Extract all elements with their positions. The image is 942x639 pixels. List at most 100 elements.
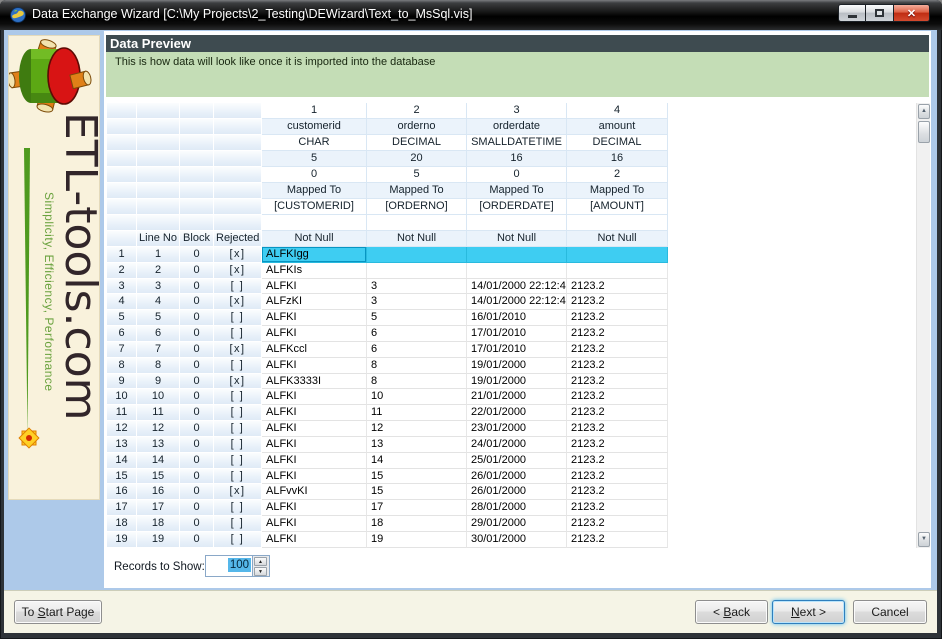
cell-amount[interactable]: 2123.2 [567, 452, 668, 469]
next-button[interactable]: Next > [772, 600, 845, 624]
cell-customerid[interactable]: ALFKI [262, 357, 367, 374]
scrollbar-thumb[interactable] [918, 121, 930, 143]
cell-orderno[interactable]: 6 [367, 326, 467, 342]
cell-orderdate[interactable]: 26/01/2000 [467, 468, 567, 485]
table-row[interactable]: 4 4 0 [x] ALFzKI 3 14/01/2000 22:12:4 2123.2 [107, 294, 916, 311]
cell-customerid[interactable]: ALFKI [262, 389, 367, 406]
cell-customerid[interactable]: ALFKccl [262, 341, 367, 358]
cell-orderdate[interactable]: 28/01/2000 [467, 500, 567, 517]
table-row[interactable]: 1 1 0 [x] ALFKIgg [107, 247, 916, 263]
cell-amount[interactable]: 2123.2 [567, 468, 668, 485]
cell-orderno[interactable]: 3 [367, 278, 467, 295]
cell-orderno[interactable]: 12 [367, 421, 467, 437]
cell-orderdate[interactable]: 21/01/2000 [467, 389, 567, 406]
cell-customerid[interactable]: ALFKIs [262, 262, 367, 279]
cell-customerid[interactable]: ALFKI [262, 405, 367, 422]
cancel-button[interactable]: Cancel [853, 600, 927, 624]
cell-orderno[interactable]: 19 [367, 531, 467, 548]
cell-orderno[interactable]: 8 [367, 373, 467, 390]
table-row[interactable]: 17 17 0[ ] ALFKI 17 28/01/2000 2123.2 [107, 500, 916, 517]
scroll-up-icon[interactable]: ▲ [918, 104, 930, 119]
to-start-page-button[interactable]: To Start Page [14, 600, 102, 624]
table-row[interactable]: 5 5 0[ ] ALFKI 5 16/01/2010 2123.2 [107, 310, 916, 327]
cell-orderno[interactable]: 13 [367, 436, 467, 453]
cell-orderdate[interactable]: 24/01/2000 [467, 436, 567, 453]
table-row[interactable]: 10 10 0[ ] ALFKI 10 21/01/2000 2123.2 [107, 389, 916, 406]
table-row[interactable]: 6 6 0[ ] ALFKI 6 17/01/2010 2123.2 [107, 326, 916, 342]
table-row[interactable]: 8 8 0[ ] ALFKI 8 19/01/2000 2123.2 [107, 357, 916, 374]
cell-orderdate[interactable]: 14/01/2000 22:12:4 [467, 278, 567, 295]
minimize-button[interactable] [838, 4, 866, 22]
cell-orderno[interactable]: 15 [367, 468, 467, 485]
cell-orderno[interactable]: 8 [367, 357, 467, 374]
cell-customerid[interactable]: ALFKI [262, 468, 367, 485]
cell-orderno[interactable]: 17 [367, 500, 467, 517]
cell-customerid[interactable]: ALFKI [262, 421, 367, 437]
cell-customerid[interactable]: ALFKI [262, 452, 367, 469]
titlebar[interactable]: Data Exchange Wizard [C:\My Projects\2_T… [0, 0, 942, 30]
cell-orderno[interactable]: 6 [367, 341, 467, 358]
cell-amount[interactable]: 2123.2 [567, 278, 668, 295]
table-row[interactable]: 7 7 0 [x] ALFKccl 6 17/01/2010 2123.2 [107, 341, 916, 358]
cell-orderdate[interactable]: 22/01/2000 [467, 405, 567, 422]
cell-customerid[interactable]: ALFKI [262, 326, 367, 342]
cell-customerid[interactable]: ALFzKI [262, 294, 367, 311]
table-row[interactable]: 11 11 0[ ] ALFKI 11 22/01/2000 2123.2 [107, 405, 916, 422]
cell-orderdate[interactable]: 26/01/2000 [467, 484, 567, 501]
cell-customerid[interactable]: ALFKIgg [262, 247, 367, 263]
cell-orderno[interactable] [367, 262, 467, 279]
cell-orderdate[interactable]: 17/01/2010 [467, 341, 567, 358]
scroll-down-icon[interactable]: ▼ [918, 532, 930, 547]
records-to-show-input[interactable]: 100 [205, 555, 253, 577]
cell-amount[interactable]: 2123.2 [567, 294, 668, 311]
cell-orderno[interactable]: 15 [367, 484, 467, 501]
cell-orderdate[interactable]: 19/01/2000 [467, 357, 567, 374]
cell-customerid[interactable]: ALFvvKI [262, 484, 367, 501]
cell-customerid[interactable]: ALFKI [262, 278, 367, 295]
table-row[interactable]: 19 19 0[ ] ALFKI 19 30/01/2000 2123.2 [107, 531, 916, 548]
cell-amount[interactable]: 2123.2 [567, 357, 668, 374]
table-row[interactable]: 9 9 0 [x] ALFK3333I 8 19/01/2000 2123.2 [107, 373, 916, 390]
cell-orderdate[interactable]: 29/01/2000 [467, 516, 567, 532]
cell-orderno[interactable]: 5 [367, 310, 467, 327]
cell-amount[interactable]: 2123.2 [567, 326, 668, 342]
table-row[interactable]: 14 14 0[ ] ALFKI 14 25/01/2000 2123.2 [107, 452, 916, 469]
cell-orderdate[interactable]: 16/01/2010 [467, 310, 567, 327]
cell-amount[interactable]: 2123.2 [567, 389, 668, 406]
cell-amount[interactable]: 2123.2 [567, 310, 668, 327]
cell-amount[interactable]: 2123.2 [567, 484, 668, 501]
cell-orderdate[interactable] [467, 247, 567, 263]
table-row[interactable]: 13 13 0[ ] ALFKI 13 24/01/2000 2123.2 [107, 436, 916, 453]
cell-orderdate[interactable]: 19/01/2000 [467, 373, 567, 390]
table-row[interactable]: 2 2 0 [x] ALFKIs [107, 262, 916, 279]
data-preview-grid[interactable]: 1 2 3 4 customerid orderno orderdate amount CHAR… [107, 103, 930, 548]
table-row[interactable]: 3 3 0[ ] ALFKI 3 14/01/2000 22:12:4 2123.2 [107, 278, 916, 295]
table-row[interactable]: 15 15 0[ ] ALFKI 15 26/01/2000 2123.2 [107, 468, 916, 485]
back-button[interactable]: < Back [695, 600, 768, 624]
cell-orderno[interactable]: 18 [367, 516, 467, 532]
cell-amount[interactable]: 2123.2 [567, 421, 668, 437]
cell-orderno[interactable] [367, 247, 467, 263]
cell-amount[interactable]: 2123.2 [567, 500, 668, 517]
cell-orderno[interactable]: 14 [367, 452, 467, 469]
spinner-down-icon[interactable]: ▼ [254, 567, 267, 576]
table-row[interactable]: 18 18 0[ ] ALFKI 18 29/01/2000 2123.2 [107, 516, 916, 532]
cell-orderdate[interactable]: 14/01/2000 22:12:4 [467, 294, 567, 311]
spinner-up-icon[interactable]: ▲ [254, 557, 267, 566]
cell-customerid[interactable]: ALFKI [262, 516, 367, 532]
cell-amount[interactable]: 2123.2 [567, 405, 668, 422]
cell-customerid[interactable]: ALFKI [262, 500, 367, 517]
cell-customerid[interactable]: ALFKI [262, 531, 367, 548]
cell-customerid[interactable]: ALFK3333I [262, 373, 367, 390]
cell-orderdate[interactable]: 30/01/2000 [467, 531, 567, 548]
table-row[interactable]: 16 16 0 [x] ALFvvKI 15 26/01/2000 2123.2 [107, 484, 916, 501]
cell-amount[interactable]: 2123.2 [567, 436, 668, 453]
cell-orderno[interactable]: 11 [367, 405, 467, 422]
cell-customerid[interactable]: ALFKI [262, 310, 367, 327]
table-row[interactable]: 12 12 0[ ] ALFKI 12 23/01/2000 2123.2 [107, 421, 916, 437]
cell-orderdate[interactable] [467, 262, 567, 279]
cell-amount[interactable]: 2123.2 [567, 516, 668, 532]
cell-customerid[interactable]: ALFKI [262, 436, 367, 453]
maximize-button[interactable] [866, 4, 894, 22]
cell-orderno[interactable]: 10 [367, 389, 467, 406]
